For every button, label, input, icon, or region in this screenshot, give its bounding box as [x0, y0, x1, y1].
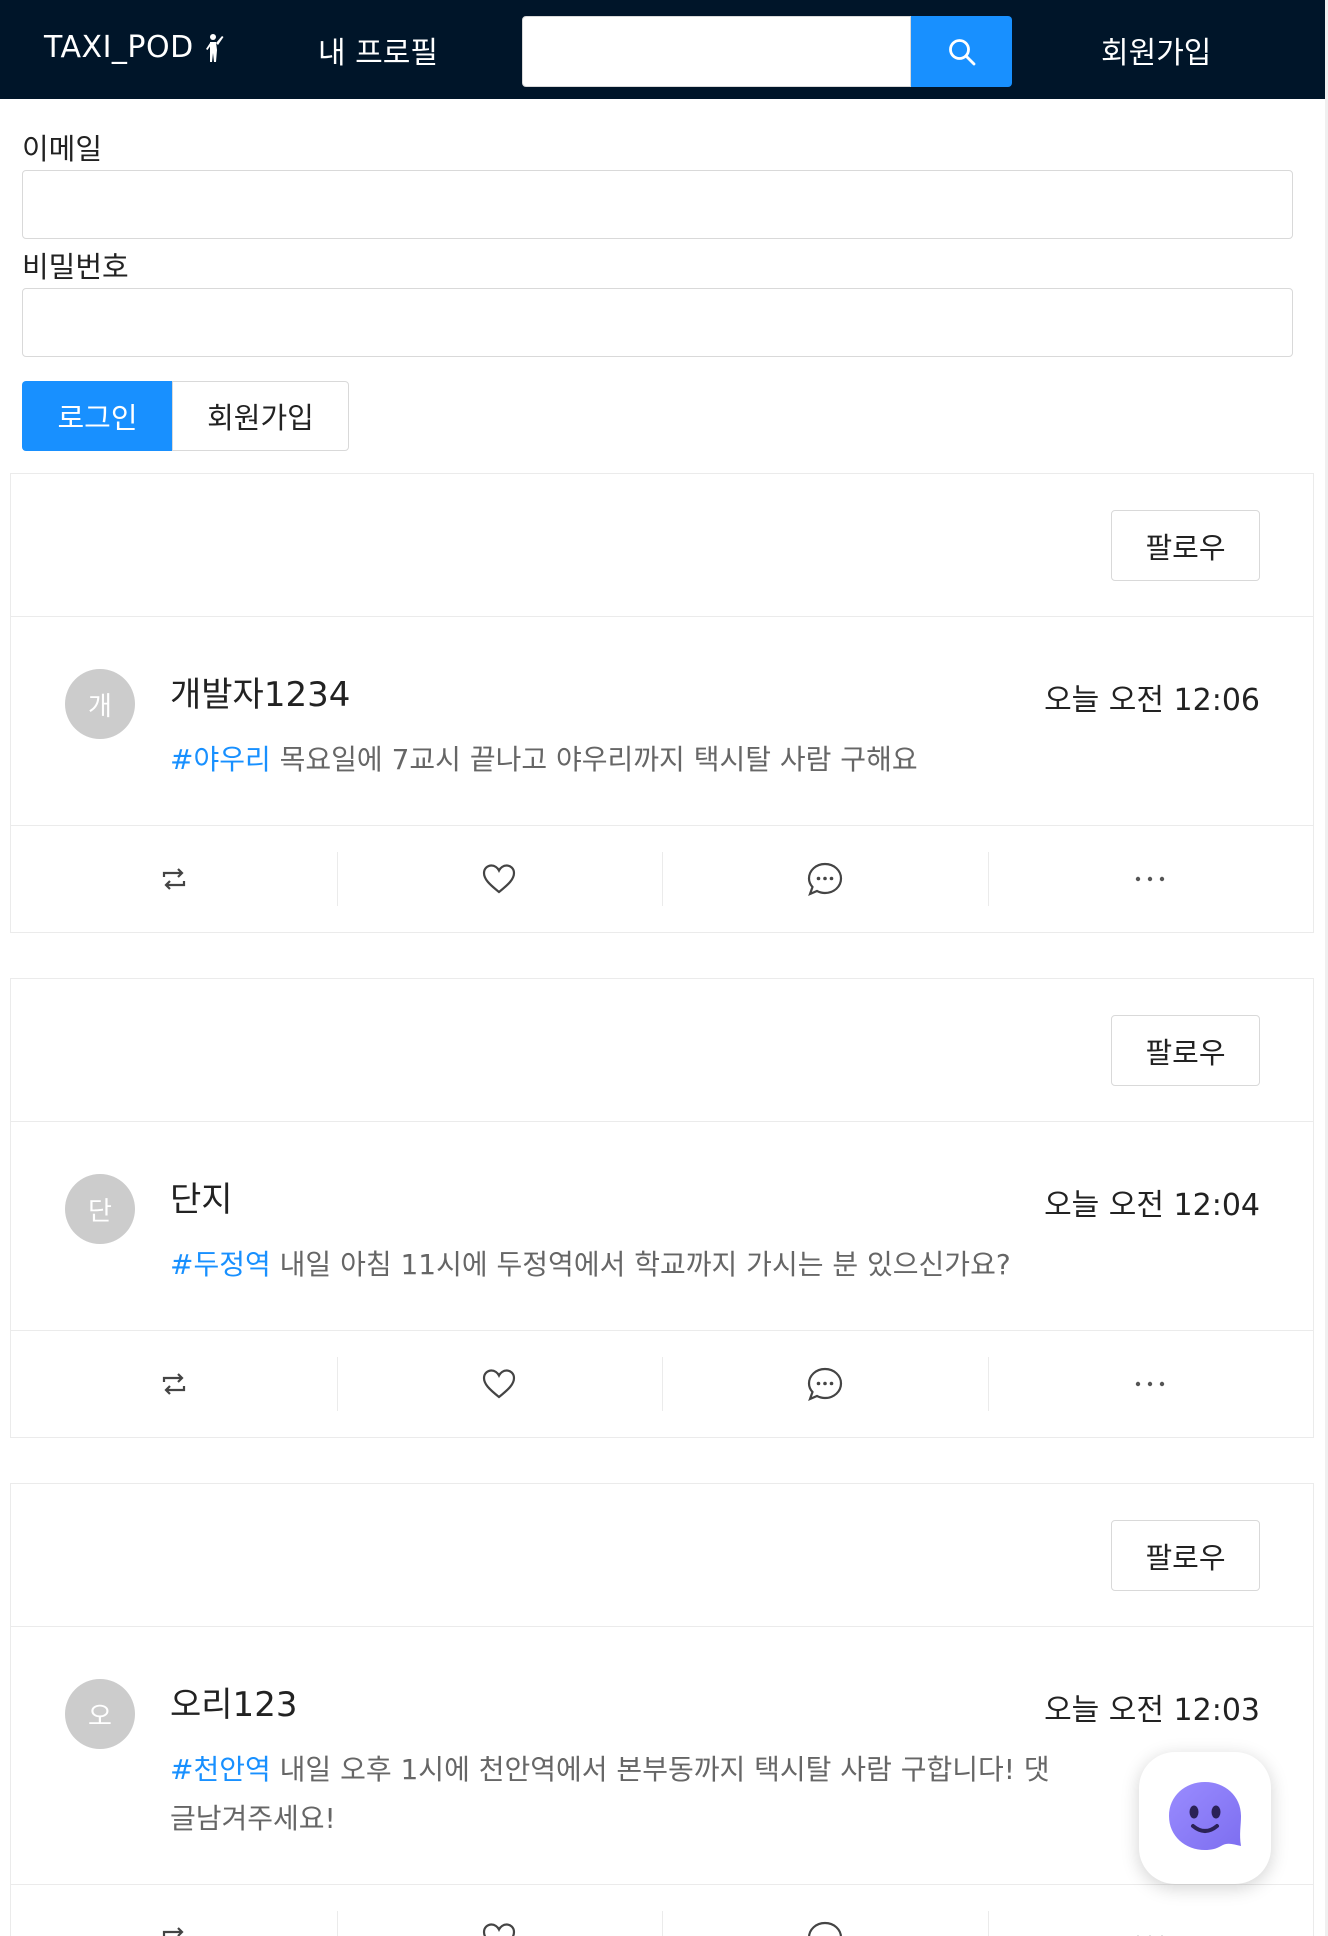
more-button[interactable] — [987, 1331, 1314, 1437]
login-button[interactable]: 로그인 — [22, 381, 173, 451]
post-actions — [11, 1331, 1313, 1437]
post-time: 오늘 오전 12:03 — [1044, 1693, 1260, 1728]
post-content: #두정역 내일 아침 11시에 두정역에서 학교까지 가시는 분 있으신가요? — [170, 1240, 1070, 1289]
like-button[interactable] — [336, 1885, 663, 1936]
comment-icon — [807, 862, 842, 897]
hashtag-link[interactable]: #천안역 — [170, 1753, 271, 1786]
more-button[interactable] — [987, 1885, 1314, 1936]
post-text: 목요일에 7교시 끝나고 야우리까지 택시탈 사람 구해요 — [270, 743, 918, 776]
ellipsis-icon — [1136, 876, 1165, 882]
comment-button[interactable] — [662, 1885, 988, 1936]
retweet-icon — [162, 1373, 185, 1395]
retweet-button[interactable] — [11, 1331, 337, 1437]
comment-button[interactable] — [662, 1331, 988, 1437]
avatar[interactable]: 오 — [65, 1679, 135, 1749]
follow-button[interactable]: 팔로우 — [1111, 510, 1260, 581]
heart-icon — [483, 1923, 516, 1936]
post-time: 오늘 오전 12:04 — [1044, 1188, 1260, 1223]
email-field[interactable] — [22, 170, 1293, 239]
post-card: 팔로우 오 오리123 오늘 오전 12:03 #천안역 내일 오후 1시에 천… — [10, 1483, 1314, 1936]
post-author[interactable]: 오리123 — [170, 1677, 297, 1726]
post-body: 오 오리123 오늘 오전 12:03 #천안역 내일 오후 1시에 천안역에서… — [11, 1627, 1313, 1885]
post-actions — [11, 1885, 1313, 1936]
hashtag-link[interactable]: #두정역 — [170, 1248, 271, 1281]
search-input[interactable] — [522, 16, 911, 87]
avatar[interactable]: 개 — [65, 669, 135, 739]
avatar[interactable]: 단 — [65, 1174, 135, 1244]
more-button[interactable] — [987, 826, 1314, 932]
post-card: 팔로우 개 개발자1234 오늘 오전 12:06 #야우리 목요일에 7교시 … — [10, 473, 1314, 933]
signup-button[interactable]: 회원가입 — [172, 381, 349, 451]
retweet-icon — [162, 868, 185, 890]
post-content: #천안역 내일 오후 1시에 천안역에서 본부동까지 택시탈 사람 구합니다! … — [170, 1745, 1070, 1843]
follow-button[interactable]: 팔로우 — [1111, 1520, 1260, 1591]
search-bar — [522, 16, 1012, 87]
card-header: 팔로우 — [11, 474, 1313, 617]
hashtag-link[interactable]: #야우리 — [170, 743, 271, 776]
post-text: 내일 오후 1시에 천안역에서 본부동까지 택시탈 사람 구합니다! 댓글남겨주… — [170, 1753, 1050, 1835]
like-button[interactable] — [336, 826, 663, 932]
top-navbar: TAXI_POD 내 프로필 회원가입 — [0, 0, 1325, 99]
post-author[interactable]: 단지 — [170, 1172, 233, 1221]
ellipsis-icon — [1136, 1381, 1165, 1387]
nav-my-profile[interactable]: 내 프로필 — [318, 28, 438, 72]
chatbot-button[interactable] — [1139, 1752, 1271, 1884]
comment-icon — [807, 1367, 842, 1402]
heart-icon — [483, 864, 516, 894]
password-label: 비밀번호 — [22, 250, 129, 284]
post-body: 개 개발자1234 오늘 오전 12:06 #야우리 목요일에 7교시 끝나고 … — [11, 617, 1313, 826]
logo-text: TAXI_POD — [44, 30, 194, 65]
email-label: 이메일 — [22, 132, 103, 166]
post-time: 오늘 오전 12:06 — [1044, 683, 1260, 718]
card-header: 팔로우 — [11, 979, 1313, 1122]
retweet-icon — [162, 1927, 184, 1936]
post-author[interactable]: 개발자1234 — [170, 667, 350, 716]
search-icon — [948, 38, 975, 65]
post-content: #야우리 목요일에 7교시 끝나고 야우리까지 택시탈 사람 구해요 — [170, 735, 1070, 784]
heart-icon — [483, 1369, 516, 1399]
comment-icon — [807, 1921, 842, 1936]
comment-button[interactable] — [662, 826, 988, 932]
page: TAXI_POD 내 프로필 회원가입 이메일 비밀번호 로그인 회원가입 팔로… — [0, 0, 1325, 1936]
password-field[interactable] — [22, 288, 1293, 357]
post-card: 팔로우 단 단지 오늘 오전 12:04 #두정역 내일 아침 11시에 두정역… — [10, 978, 1314, 1438]
like-button[interactable] — [336, 1331, 663, 1437]
post-text: 내일 아침 11시에 두정역에서 학교까지 가시는 분 있으신가요? — [270, 1248, 1011, 1281]
post-actions — [11, 826, 1313, 932]
retweet-button[interactable] — [11, 826, 337, 932]
follow-button[interactable]: 팔로우 — [1111, 1015, 1260, 1086]
retweet-button[interactable] — [11, 1885, 337, 1936]
logo[interactable]: TAXI_POD — [44, 30, 226, 65]
person-hailing-icon — [205, 33, 224, 62]
nav-signup[interactable]: 회원가입 — [1101, 28, 1211, 72]
post-body: 단 단지 오늘 오전 12:04 #두정역 내일 아침 11시에 두정역에서 학… — [11, 1122, 1313, 1331]
chatbot-icon — [1169, 1782, 1241, 1850]
card-header: 팔로우 — [11, 1484, 1313, 1627]
search-button[interactable] — [911, 16, 1012, 87]
